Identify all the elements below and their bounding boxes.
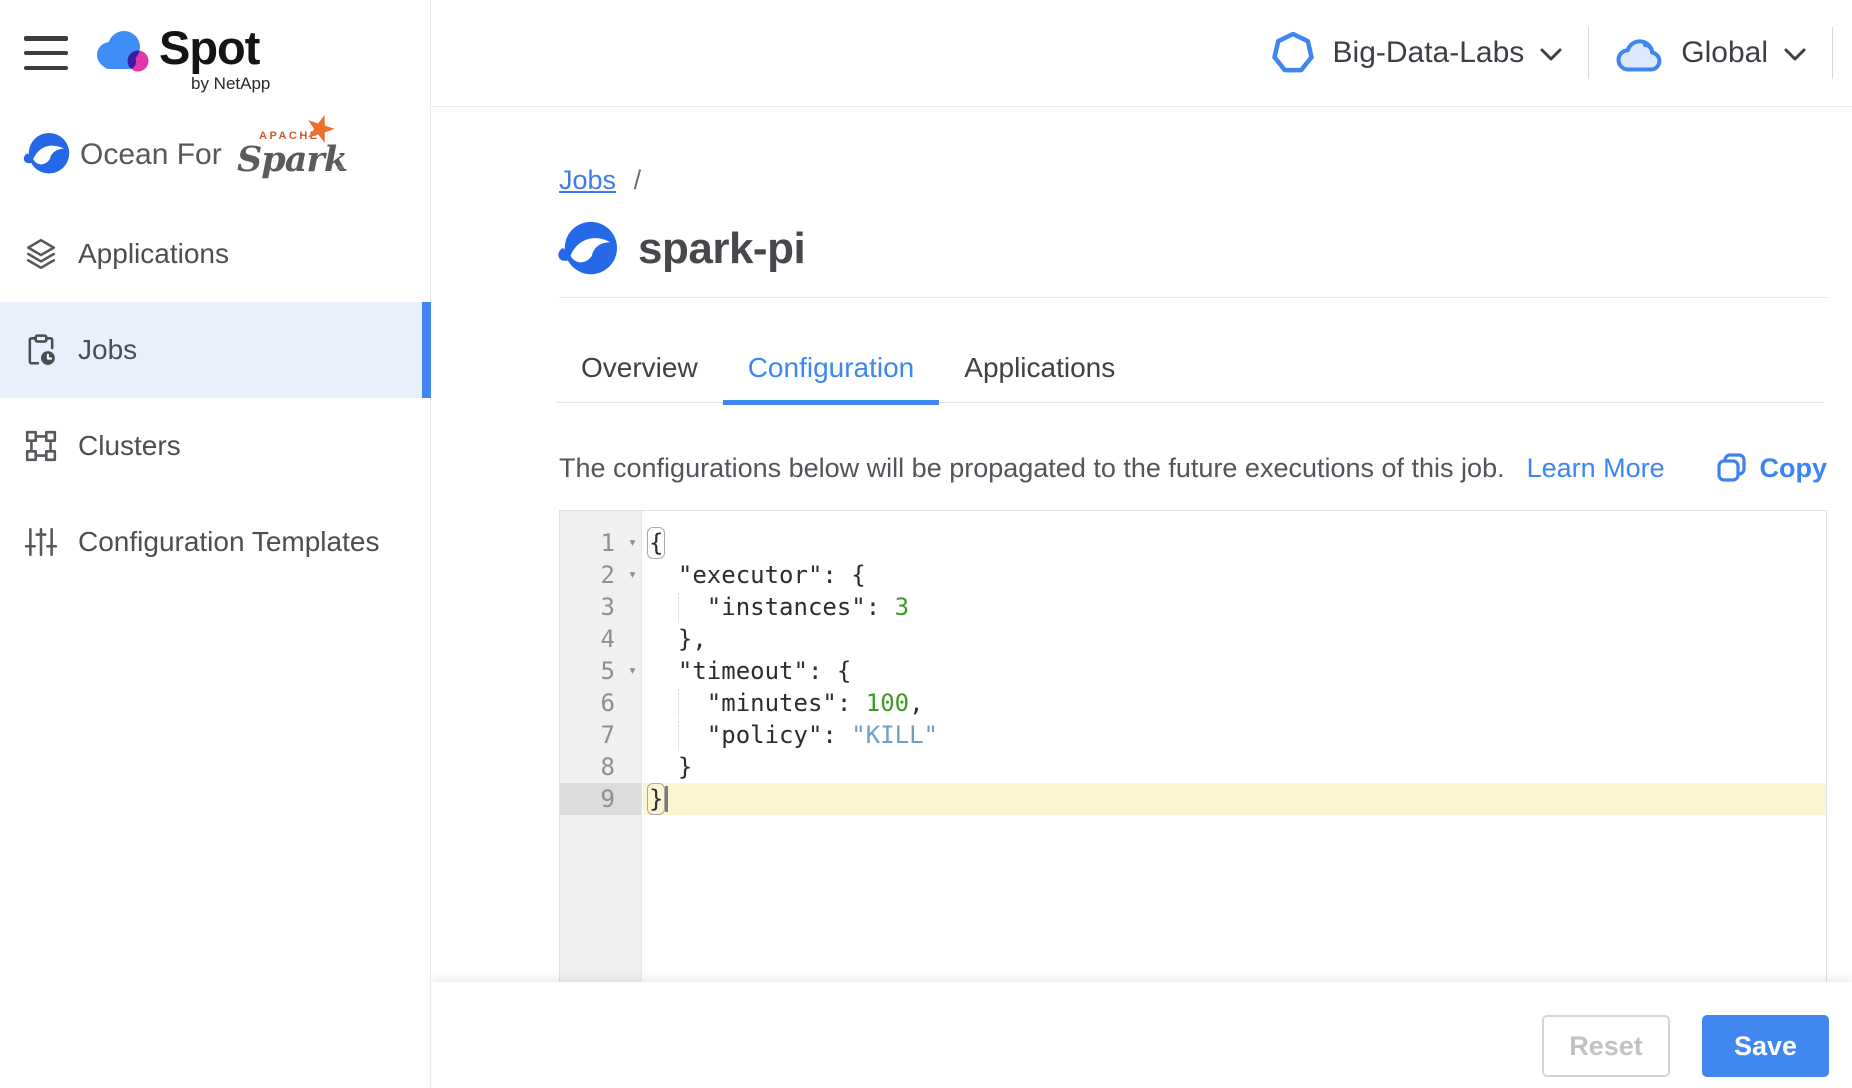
chevron-down-icon bbox=[1784, 48, 1806, 62]
sidebar-item-jobs[interactable]: Jobs bbox=[0, 302, 431, 398]
copy-button-label: Copy bbox=[1760, 453, 1828, 484]
action-footer: Reset Save bbox=[432, 982, 1852, 1088]
sidebar-item-configuration-templates[interactable]: Configuration Templates bbox=[0, 494, 431, 590]
hamburger-menu-icon[interactable] bbox=[24, 36, 68, 70]
brand-name: Spot bbox=[159, 20, 259, 75]
layers-icon bbox=[24, 237, 58, 271]
gutter-line-number: 3 bbox=[560, 591, 641, 623]
fold-toggle-icon[interactable]: ▾ bbox=[628, 558, 637, 590]
editor-line[interactable]: }, bbox=[643, 623, 1826, 655]
sidebar-item-clusters[interactable]: Clusters bbox=[0, 398, 431, 494]
fold-toggle-icon[interactable]: ▾ bbox=[628, 526, 637, 558]
sidebar-item-label: Applications bbox=[78, 238, 229, 270]
editor-gutter: 1▾2▾345▾6789 bbox=[560, 511, 642, 983]
code-token: "instances": bbox=[649, 593, 895, 621]
breadcrumb-jobs-link[interactable]: Jobs bbox=[559, 165, 616, 195]
spot-cloud-icon bbox=[93, 30, 155, 76]
editor-line[interactable]: { bbox=[643, 527, 1826, 559]
copy-icon bbox=[1716, 452, 1748, 484]
breadcrumb-separator: / bbox=[634, 165, 642, 195]
jobs-clipboard-icon bbox=[24, 333, 58, 367]
editor-line[interactable]: } bbox=[643, 751, 1826, 783]
code-token: "KILL" bbox=[851, 721, 938, 749]
copy-button[interactable]: Copy bbox=[1716, 452, 1828, 484]
page-title: spark-pi bbox=[638, 224, 805, 274]
code-token: "policy": bbox=[649, 721, 851, 749]
editor-code-area[interactable]: { "executor": { "instances": 3 }, "timeo… bbox=[643, 511, 1826, 983]
region-name: Global bbox=[1681, 36, 1768, 70]
sidebar-nav: Applications Jobs bbox=[0, 206, 431, 590]
gutter-line-number: 7 bbox=[560, 719, 641, 751]
account-name: Big-Data-Labs bbox=[1333, 36, 1525, 70]
sidebar-item-label: Configuration Templates bbox=[78, 526, 379, 558]
trademark: ™ bbox=[335, 164, 344, 174]
editor-line[interactable]: "instances": 3 bbox=[643, 591, 1826, 623]
header-divider bbox=[1832, 27, 1833, 79]
job-wave-icon bbox=[556, 218, 618, 280]
chevron-down-icon bbox=[1540, 48, 1562, 62]
ocean-wave-icon bbox=[22, 130, 70, 178]
code-token: } bbox=[649, 753, 692, 781]
editor-line[interactable]: "executor": { bbox=[643, 559, 1826, 591]
page-title-row: spark-pi bbox=[556, 218, 805, 280]
code-token: 100 bbox=[866, 689, 909, 717]
title-divider bbox=[559, 297, 1827, 298]
code-token: 3 bbox=[895, 593, 909, 621]
clusters-icon bbox=[24, 429, 58, 463]
tab-overview[interactable]: Overview bbox=[556, 352, 723, 405]
sidebar-item-applications[interactable]: Applications bbox=[0, 206, 431, 302]
fold-toggle-icon[interactable]: ▾ bbox=[628, 654, 637, 686]
sidebar: Spot by NetApp Ocean For APACHE Spark ™ bbox=[0, 0, 431, 1088]
editor-line[interactable]: "timeout": { bbox=[643, 655, 1826, 687]
spark-label: Spark bbox=[237, 139, 347, 180]
code-token: { bbox=[649, 529, 663, 557]
tab-bar: Overview Configuration Applications bbox=[556, 352, 1824, 403]
brand-byline: by NetApp bbox=[191, 74, 270, 94]
main-content: Jobs / spark-pi Overview Configuration A… bbox=[432, 108, 1852, 1088]
account-heptagon-icon bbox=[1269, 29, 1317, 77]
code-token: "executor": { bbox=[649, 561, 866, 589]
product-logo: Ocean For APACHE Spark ™ bbox=[22, 130, 422, 178]
code-token: , bbox=[909, 689, 923, 717]
breadcrumb: Jobs / bbox=[559, 165, 641, 196]
editor-line[interactable]: } bbox=[643, 783, 1826, 815]
gutter-line-number: 4 bbox=[560, 623, 641, 655]
region-selector[interactable]: Global bbox=[1615, 33, 1806, 73]
gutter-line-number: 8 bbox=[560, 751, 641, 783]
save-button[interactable]: Save bbox=[1702, 1015, 1829, 1077]
code-token: "timeout": { bbox=[649, 657, 851, 685]
account-selector[interactable]: Big-Data-Labs bbox=[1269, 29, 1563, 77]
code-token: } bbox=[649, 785, 663, 813]
config-note-row: The configurations below will be propaga… bbox=[559, 452, 1827, 484]
tab-applications[interactable]: Applications bbox=[939, 352, 1140, 405]
code-token: }, bbox=[649, 625, 707, 653]
header-divider bbox=[1588, 27, 1589, 79]
gutter-line-number: 9 bbox=[560, 783, 641, 815]
product-prefix: Ocean For bbox=[80, 138, 222, 172]
sidebar-item-label: Jobs bbox=[78, 334, 137, 366]
editor-line[interactable]: "minutes": 100, bbox=[643, 687, 1826, 719]
top-header: Big-Data-Labs Global bbox=[431, 0, 1852, 107]
reset-button[interactable]: Reset bbox=[1542, 1015, 1670, 1077]
cloud-icon bbox=[1615, 33, 1665, 73]
apache-spark-logo: APACHE Spark ™ bbox=[237, 122, 347, 178]
gutter-line-number: 1▾ bbox=[560, 527, 641, 559]
text-cursor bbox=[665, 786, 668, 812]
learn-more-link[interactable]: Learn More bbox=[1527, 453, 1665, 484]
gutter-line-number: 5▾ bbox=[560, 655, 641, 687]
sliders-icon bbox=[24, 525, 58, 559]
gutter-line-number: 2▾ bbox=[560, 559, 641, 591]
tab-configuration[interactable]: Configuration bbox=[723, 352, 940, 405]
editor-line[interactable]: "policy": "KILL" bbox=[643, 719, 1826, 751]
json-code-editor[interactable]: 1▾2▾345▾6789 { "executor": { "instances"… bbox=[559, 510, 1827, 983]
gutter-line-number: 6 bbox=[560, 687, 641, 719]
code-token: "minutes": bbox=[649, 689, 866, 717]
sidebar-item-label: Clusters bbox=[78, 430, 181, 462]
config-note-text: The configurations below will be propaga… bbox=[559, 453, 1505, 484]
